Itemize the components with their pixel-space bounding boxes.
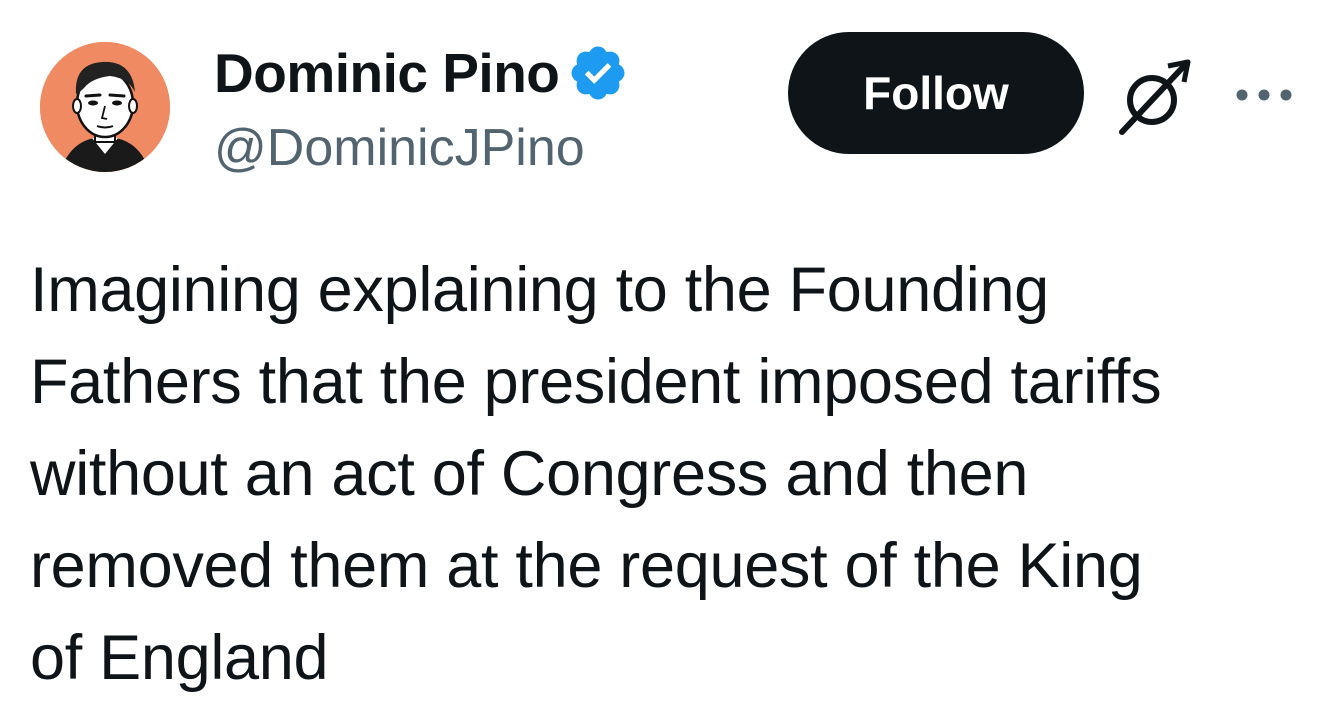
tweet: Dominic Pino @DominicJPino Follow Imagin… xyxy=(0,0,1338,724)
tweet-text-line: Fathers that the president imposed tarif… xyxy=(30,347,1162,417)
tweet-text: Imagining explaining to the Founding Fat… xyxy=(30,244,1320,704)
tweet-text-line: of England xyxy=(30,623,329,693)
tweet-text-line: removed them at the request of the King xyxy=(30,531,1143,601)
follow-button[interactable]: Follow xyxy=(788,32,1084,154)
more-options-icon[interactable] xyxy=(1232,78,1296,112)
author-display-name[interactable]: Dominic Pino xyxy=(214,38,560,108)
avatar[interactable] xyxy=(40,42,170,172)
author-handle[interactable]: @DominicJPino xyxy=(214,116,585,180)
avatar-illustration xyxy=(40,42,170,172)
verified-badge-icon[interactable] xyxy=(567,42,629,104)
author-name-row: Dominic Pino xyxy=(214,38,629,108)
tweet-text-line: without an act of Congress and then xyxy=(30,439,1029,509)
grok-icon[interactable] xyxy=(1112,56,1196,140)
tweet-text-line: Imagining explaining to the Founding xyxy=(30,255,1049,325)
